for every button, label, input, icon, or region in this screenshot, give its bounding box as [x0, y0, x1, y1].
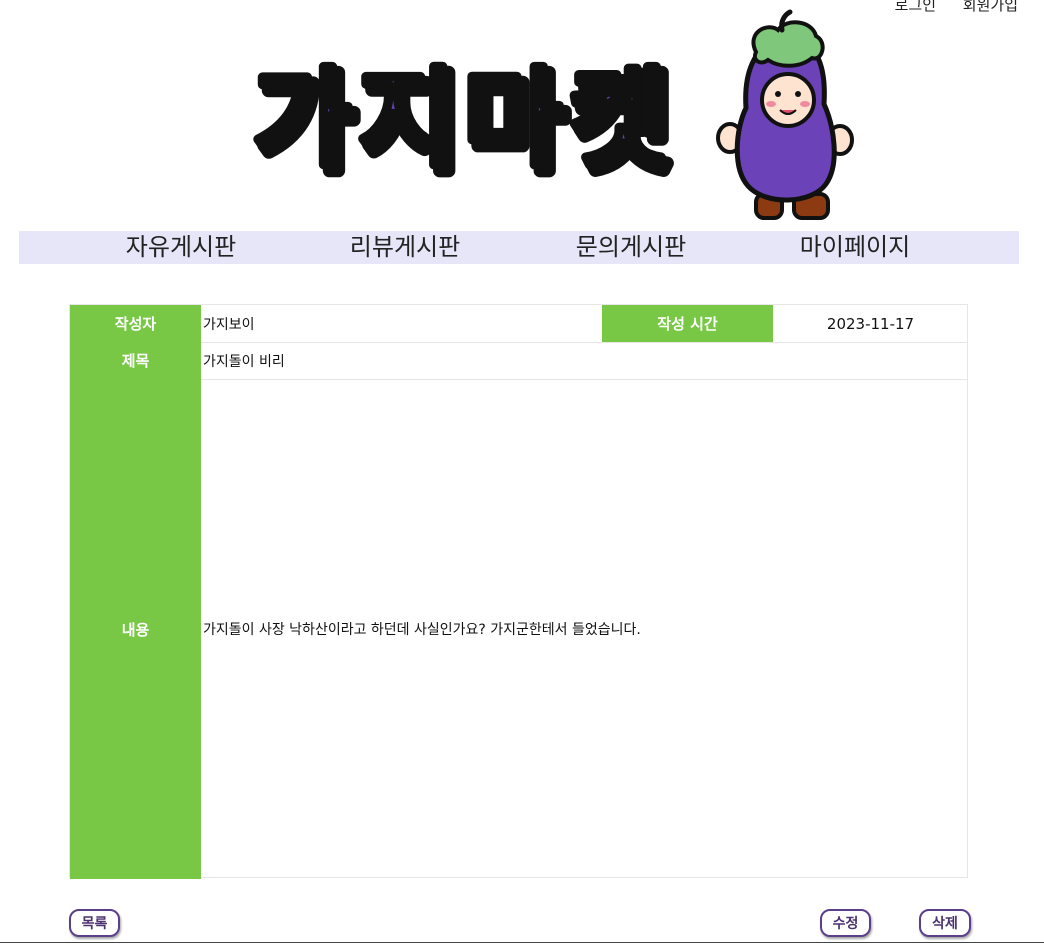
author-value: 가지보이 [203, 316, 255, 333]
content-value: 가지돌이 사장 낙하산이라고 하던데 사실인가요? 가지군한테서 들었습니다. [203, 622, 641, 638]
title-value: 가지돌이 비리 [203, 353, 285, 370]
nav-free-board[interactable]: 자유게시판 [81, 231, 281, 264]
author-row: 작성자 가지보이 작성 시간 2023-11-17 [70, 305, 967, 343]
main-nav: 자유게시판 리뷰게시판 문의게시판 마이페이지 [19, 231, 1019, 264]
title-row: 제목 가지돌이 비리 [70, 342, 967, 380]
eggplant-mascot-icon [716, 9, 854, 220]
list-button[interactable]: 목록 [69, 909, 120, 937]
time-label: 작성 시간 [602, 305, 773, 342]
time-value: 2023-11-17 [826, 314, 915, 333]
logo-text: 가지마켓 [252, 57, 673, 182]
author-label: 작성자 [70, 305, 201, 342]
auth-links: 로그인 회원가입 [873, 0, 1018, 15]
content-row: 내용 가지돌이 사장 낙하산이라고 하던데 사실인가요? 가지군한테서 들었습니… [70, 379, 967, 879]
edit-button[interactable]: 수정 [820, 909, 871, 937]
login-link[interactable]: 로그인 [895, 0, 936, 14]
nav-mypage[interactable]: 마이페이지 [755, 231, 955, 264]
site-logo[interactable]: 가지마켓 가지마켓 [248, 52, 698, 182]
post-detail-table: 작성자 가지보이 작성 시간 2023-11-17 제목 가지돌이 비리 내용 … [69, 304, 968, 879]
delete-button[interactable]: 삭제 [919, 909, 971, 937]
nav-inquiry-board[interactable]: 문의게시판 [531, 231, 731, 264]
signup-link[interactable]: 회원가입 [963, 0, 1018, 14]
title-label: 제목 [70, 342, 201, 379]
page-bottom-divider [0, 942, 1044, 943]
content-label: 내용 [70, 379, 201, 879]
nav-review-board[interactable]: 리뷰게시판 [305, 231, 505, 264]
